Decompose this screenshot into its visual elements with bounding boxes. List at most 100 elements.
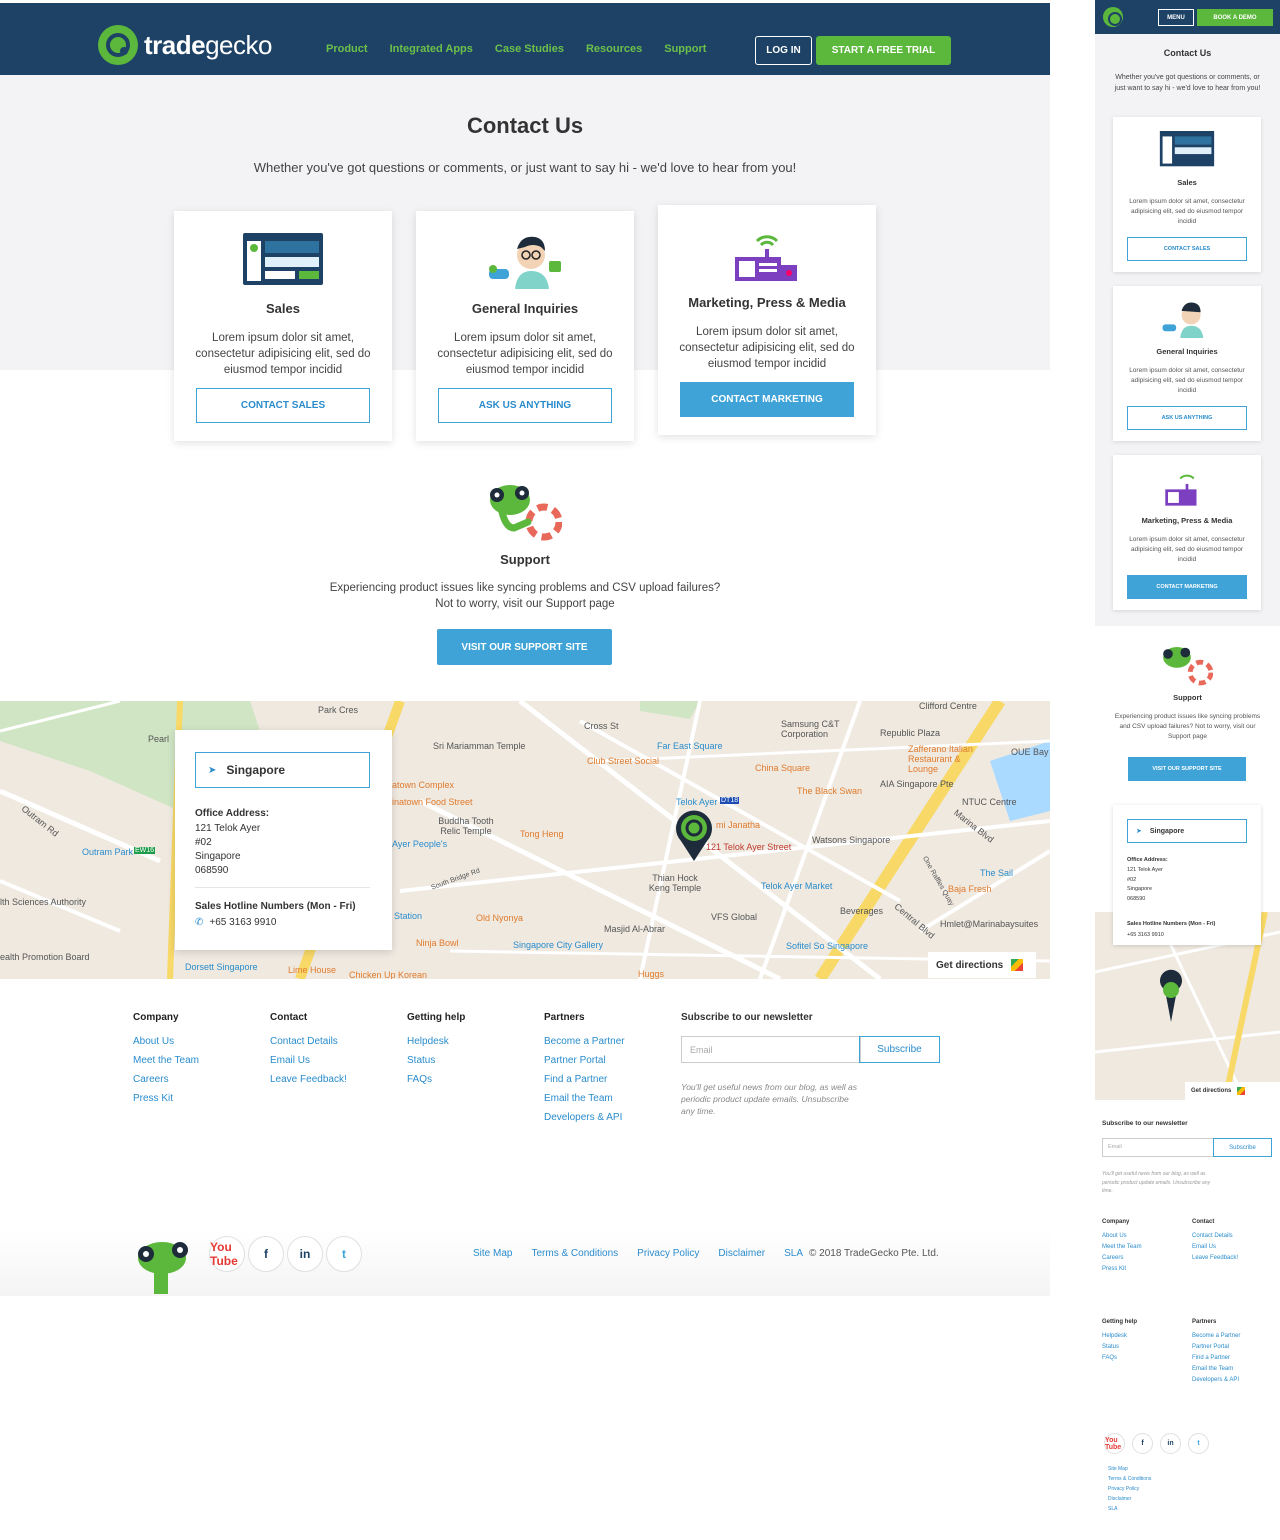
nav-resources[interactable]: Resources (586, 43, 642, 55)
desktop-view: tradegecko Product Integrated Apps Case … (0, 0, 1050, 1300)
footer-link[interactable]: Status (1102, 1344, 1137, 1350)
nav-integrated-apps[interactable]: Integrated Apps (390, 43, 473, 55)
map-label: Thian Hock Keng Temple (648, 873, 702, 893)
get-directions-label: Get directions (1191, 1088, 1232, 1094)
footer-link[interactable]: Developers & API (544, 1112, 625, 1123)
footer-link[interactable]: Email Us (270, 1055, 347, 1066)
site-map-link[interactable]: Site Map (473, 1248, 512, 1259)
ask-us-anything-button[interactable]: ASK US ANYTHING (1127, 406, 1247, 430)
contact-marketing-button[interactable]: CONTACT MARKETING (1127, 575, 1247, 599)
footer-link[interactable]: Partner Portal (544, 1055, 625, 1066)
map-label: mi Janatha (716, 820, 761, 830)
map-label: atown Complex (392, 780, 455, 790)
footer-link[interactable]: Find a Partner (544, 1074, 625, 1085)
nav-product[interactable]: Product (326, 43, 368, 55)
disclaimer-link[interactable]: Disclaimer (718, 1248, 765, 1259)
map-label: Zafferano Italian Restaurant & Lounge (908, 744, 973, 774)
site-map-link[interactable]: Site Map (1108, 1466, 1151, 1472)
card-text: Lorem ipsum dolor sit amet, consectetur … (195, 332, 371, 376)
get-directions-button[interactable]: Get directions (928, 952, 1036, 978)
address-line: 068590 (1127, 895, 1146, 902)
page-title: Contact Us (466, 113, 584, 138)
map-label: Watsons Singapore (812, 835, 891, 845)
sla-link[interactable]: SLA (1108, 1506, 1151, 1512)
footer-link[interactable]: Leave Feedback! (1192, 1255, 1238, 1261)
footer-link[interactable]: Careers (1102, 1255, 1142, 1261)
terms-link[interactable]: Terms & Conditions (531, 1248, 618, 1259)
press-media-icon (1165, 474, 1197, 506)
address-line: #02 (1127, 876, 1137, 883)
subscribe-button[interactable]: Subscribe (859, 1036, 940, 1063)
email-input[interactable]: Email (1102, 1138, 1214, 1157)
footer-link[interactable]: Helpdesk (407, 1036, 465, 1047)
map-label: Huggs (638, 969, 665, 979)
footer-link[interactable]: About Us (133, 1036, 199, 1047)
youtube-icon[interactable]: You Tube (1104, 1433, 1125, 1454)
footer-link[interactable]: Careers (133, 1074, 199, 1085)
footer-link[interactable]: Press Kit (133, 1093, 199, 1104)
card-text: Lorem ipsum dolor sit amet, consectetur … (679, 326, 855, 370)
disclaimer-link[interactable]: Disclaimer (1108, 1496, 1151, 1502)
twitter-icon[interactable]: t (1188, 1433, 1209, 1454)
footer-link[interactable]: Email the Team (544, 1093, 625, 1104)
footer-link[interactable]: Helpdesk (1102, 1333, 1137, 1339)
newsletter-title: Subscribe to our newsletter (1102, 1120, 1188, 1127)
menu-button[interactable]: MENU (1158, 9, 1194, 26)
email-input[interactable]: Email (681, 1036, 861, 1063)
visit-support-button[interactable]: VISIT OUR SUPPORT SITE (1128, 757, 1246, 781)
linkedin-icon[interactable]: in (1160, 1433, 1181, 1454)
facebook-icon[interactable]: f (1132, 1433, 1153, 1454)
gecko-logo-icon[interactable] (1103, 7, 1123, 27)
footer-link[interactable]: FAQs (407, 1074, 465, 1085)
footer-link[interactable]: Contact Details (270, 1036, 347, 1047)
footer-link[interactable]: Meet the Team (1102, 1244, 1142, 1250)
nav-support[interactable]: Support (664, 43, 706, 55)
newsletter-note: You'll get useful news from our blog, as… (1102, 1171, 1211, 1194)
footer-link[interactable]: Email Us (1192, 1244, 1238, 1250)
footer-link[interactable]: About Us (1102, 1233, 1142, 1239)
footer-link[interactable]: Status (407, 1055, 465, 1066)
privacy-link[interactable]: Privacy Policy (637, 1248, 699, 1259)
logo[interactable]: tradegecko (98, 25, 272, 65)
login-button[interactable]: LOG IN (755, 36, 812, 65)
get-directions-button[interactable]: Get directions (1185, 1082, 1280, 1100)
footer-link[interactable]: Meet the Team (133, 1055, 199, 1066)
google-maps-icon (1011, 959, 1024, 971)
contact-marketing-button[interactable]: CONTACT MARKETING (680, 382, 854, 417)
twitter-icon[interactable]: t (326, 1236, 362, 1272)
footer-link[interactable]: Find a Partner (1192, 1355, 1240, 1361)
footer-link[interactable]: Partner Portal (1192, 1344, 1240, 1350)
hotline-number[interactable]: +65 3163 9910 (1127, 931, 1164, 941)
privacy-link[interactable]: Privacy Policy (1108, 1486, 1151, 1492)
subscribe-button[interactable]: Subscribe (1213, 1138, 1272, 1157)
nav-case-studies[interactable]: Case Studies (495, 43, 564, 55)
footer-link[interactable]: Press Kit (1102, 1266, 1142, 1272)
footer-link[interactable]: FAQs (1102, 1355, 1137, 1361)
contact-sales-button[interactable]: CONTACT SALES (196, 388, 370, 423)
city-select[interactable]: ➤ Singapore (1127, 819, 1247, 843)
footer-link[interactable]: Email the Team (1192, 1366, 1240, 1372)
book-demo-button[interactable]: BOOK A DEMO (1197, 9, 1273, 26)
hotline-number[interactable]: +65 3163 9910 (209, 916, 276, 930)
contact-sales-button[interactable]: CONTACT SALES (1127, 237, 1247, 261)
terms-link[interactable]: Terms & Conditions (1108, 1476, 1151, 1482)
free-trial-button[interactable]: START A FREE TRIAL (816, 36, 951, 65)
footer-link[interactable]: Leave Feedback! (270, 1074, 347, 1085)
footer-link[interactable]: Developers & API (1192, 1377, 1240, 1383)
footer-link[interactable]: Contact Details (1192, 1233, 1238, 1239)
footer-link[interactable]: Become a Partner (1192, 1333, 1240, 1339)
ask-us-anything-button[interactable]: ASK US ANYTHING (438, 388, 612, 423)
visit-support-button[interactable]: VISIT OUR SUPPORT SITE (437, 629, 612, 665)
sla-link[interactable]: SLA (784, 1248, 803, 1259)
map-label: EW16 (134, 847, 156, 854)
youtube-icon[interactable]: You Tube (209, 1236, 245, 1272)
location-map[interactable]: Pearl Park Cres Sri Mariamman Temple Cro… (0, 701, 1050, 979)
page-title: Contact Us (1163, 48, 1212, 58)
facebook-icon[interactable]: f (248, 1236, 284, 1272)
map-label: lth Sciences Authority (0, 897, 87, 907)
linkedin-icon[interactable]: in (287, 1236, 323, 1272)
footer-col-title: Partners (1192, 1319, 1217, 1325)
map-label: Chicken Up Korean (349, 970, 428, 979)
city-select[interactable]: ➤ Singapore (195, 752, 370, 788)
footer-link[interactable]: Become a Partner (544, 1036, 625, 1047)
